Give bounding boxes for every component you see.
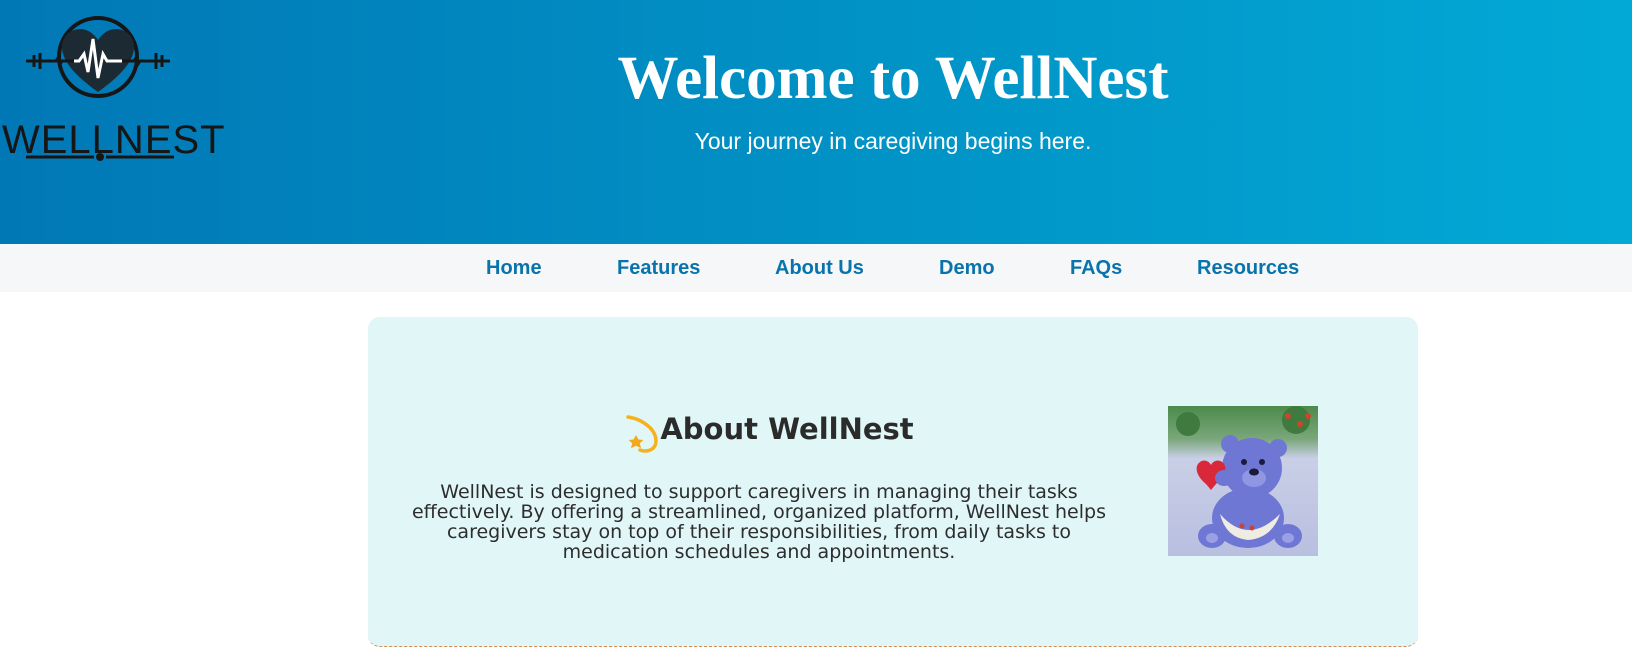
about-heading: About WellNest	[408, 412, 1108, 447]
site-header: WELLNEST Welcome to WellNest Your journe…	[0, 0, 1632, 244]
nav-item-demo[interactable]: Demo	[939, 256, 995, 280]
care-bear-image	[1168, 406, 1318, 556]
page-tagline: Your journey in caregiving begins here.	[694, 128, 1092, 154]
nav-item-faqs[interactable]: FAQs	[1070, 256, 1122, 280]
about-description: WellNest is designed to support caregive…	[411, 481, 1106, 563]
nav-item-about-us[interactable]: About Us	[775, 256, 864, 280]
nav-item-home[interactable]: Home	[486, 256, 542, 280]
about-heading-text: About WellNest	[660, 412, 914, 446]
about-section: About WellNest WellNest is designed to s…	[368, 317, 1418, 647]
nav-item-resources[interactable]: Resources	[1197, 256, 1299, 280]
main-nav: Home Features About Us Demo FAQs Resourc…	[0, 244, 1632, 292]
page-title: Welcome to WellNest	[617, 45, 1169, 112]
nav-item-features[interactable]: Features	[617, 256, 700, 280]
